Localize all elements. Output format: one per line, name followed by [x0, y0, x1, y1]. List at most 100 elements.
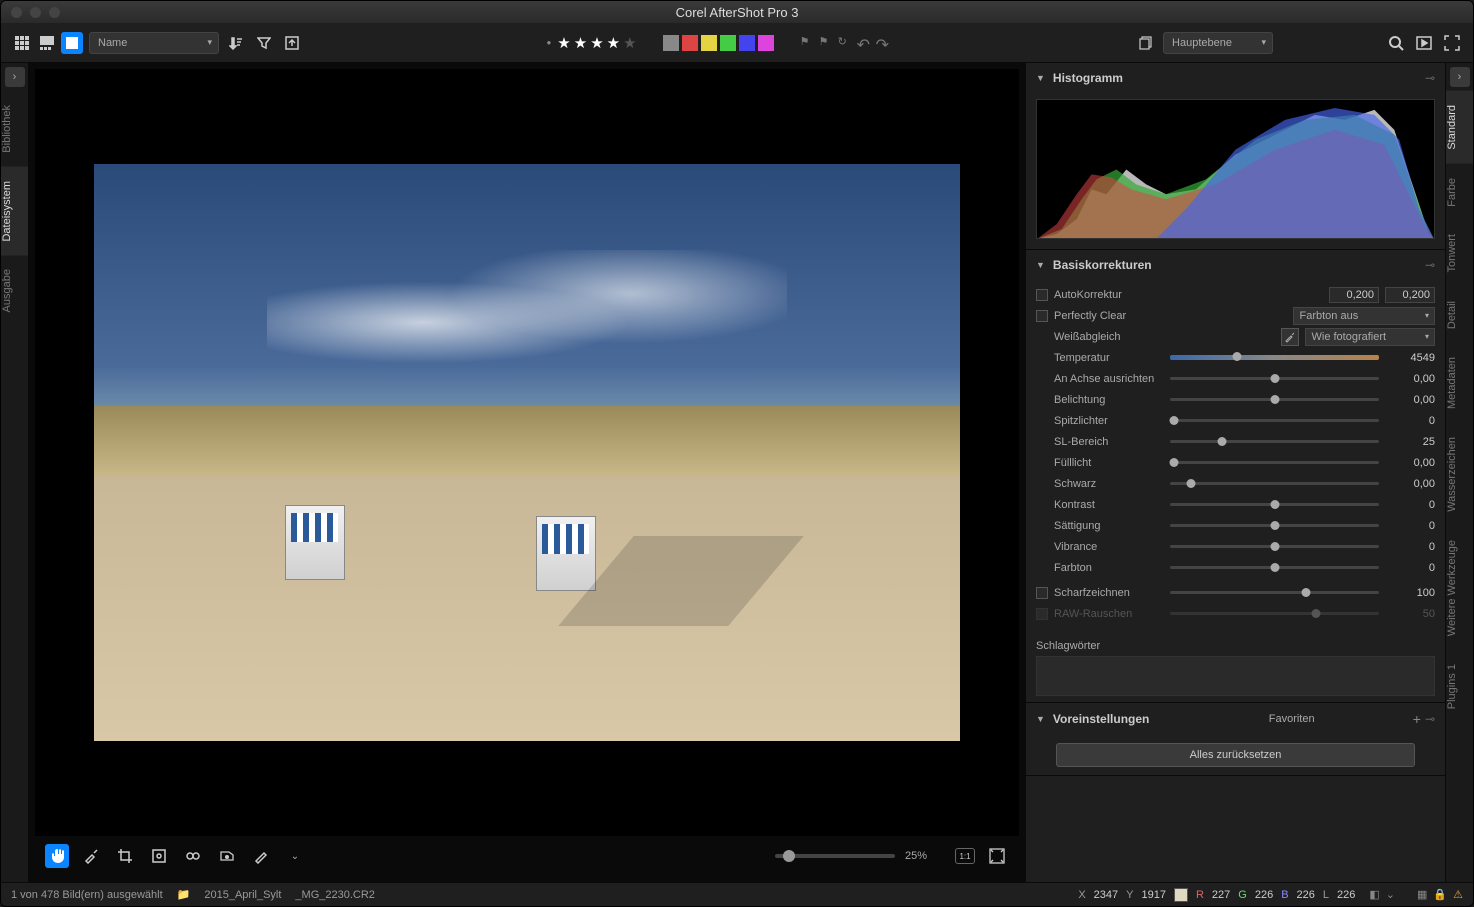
- reset-all-button[interactable]: Alles zurücksetzen: [1056, 743, 1415, 767]
- wb-picker-icon[interactable]: [1281, 328, 1299, 346]
- collapse-icon: ▼: [1036, 714, 1045, 724]
- raw-noise-checkbox[interactable]: [1036, 608, 1048, 620]
- filmstrip-view-button[interactable]: [36, 32, 58, 54]
- slider-track[interactable]: [1170, 482, 1379, 485]
- auto-correct-checkbox[interactable]: [1036, 289, 1048, 301]
- tab-color[interactable]: Farbe: [1446, 164, 1473, 221]
- pin-icon[interactable]: ⊸: [1425, 258, 1435, 272]
- sort-dropdown[interactable]: Name: [89, 32, 219, 54]
- star-3[interactable]: ★: [590, 34, 603, 52]
- crop-tool-button[interactable]: [113, 844, 137, 868]
- layers-icon[interactable]: [1135, 32, 1157, 54]
- star-1[interactable]: ★: [557, 34, 570, 52]
- brush-tool-button[interactable]: [249, 844, 273, 868]
- status-warning-icon[interactable]: ⚠: [1453, 888, 1463, 901]
- star-5[interactable]: ★: [623, 34, 636, 52]
- straighten-tool-button[interactable]: [147, 844, 171, 868]
- tab-library[interactable]: Bibliothek: [1, 91, 28, 167]
- status-dropdown-icon[interactable]: ⌄: [1386, 888, 1395, 901]
- slider-track[interactable]: [1170, 524, 1379, 527]
- slider-value: 0: [1385, 562, 1435, 574]
- flag-reject-icon[interactable]: ⚑: [819, 35, 835, 51]
- star-4[interactable]: ★: [607, 34, 620, 52]
- sort-direction-button[interactable]: [225, 32, 247, 54]
- fullscreen-icon[interactable]: [1441, 32, 1463, 54]
- color-labels: [663, 35, 774, 51]
- slider-track[interactable]: [1170, 377, 1379, 380]
- tab-plugins[interactable]: Plugins 1: [1446, 650, 1473, 723]
- expand-left-button[interactable]: ›: [5, 67, 25, 87]
- perfectly-clear-dropdown[interactable]: Farbton aus: [1293, 307, 1436, 325]
- tab-filesystem[interactable]: Dateisystem: [1, 167, 28, 256]
- keywords-label: Schlagwörter: [1036, 640, 1435, 652]
- maximize-window-icon[interactable]: [49, 7, 60, 18]
- close-window-icon[interactable]: [11, 7, 22, 18]
- single-view-button[interactable]: [61, 32, 83, 54]
- histogram-header[interactable]: ▼ Histogramm ⊸: [1026, 63, 1445, 93]
- slider-label: Belichtung: [1054, 394, 1164, 406]
- color-label-green[interactable]: [720, 35, 736, 51]
- auto-correct-label: AutoKorrektur: [1054, 289, 1164, 301]
- heal-tool-button[interactable]: [181, 844, 205, 868]
- redo-icon[interactable]: ↷: [876, 35, 892, 51]
- tab-detail[interactable]: Detail: [1446, 287, 1473, 343]
- redeye-tool-button[interactable]: [215, 844, 239, 868]
- expand-right-button[interactable]: ›: [1450, 67, 1470, 87]
- color-label-yellow[interactable]: [701, 35, 717, 51]
- status-grid-icon[interactable]: ▦: [1417, 888, 1427, 901]
- search-icon[interactable]: [1385, 32, 1407, 54]
- slideshow-icon[interactable]: [1413, 32, 1435, 54]
- pan-tool-button[interactable]: [45, 844, 69, 868]
- grid-view-button[interactable]: [11, 32, 33, 54]
- tab-standard[interactable]: Standard: [1446, 91, 1473, 164]
- tab-metadata[interactable]: Metadaten: [1446, 343, 1473, 423]
- auto-v2[interactable]: 0,200: [1385, 287, 1435, 303]
- minimize-window-icon[interactable]: [30, 7, 41, 18]
- slider-track[interactable]: [1170, 419, 1379, 422]
- star-rating[interactable]: ★ ★ ★ ★ ★: [557, 34, 636, 52]
- slider-track[interactable]: [1170, 398, 1379, 401]
- presets-header[interactable]: ▼ Voreinstellungen Favoriten + ⊸: [1026, 703, 1445, 735]
- sharpen-checkbox[interactable]: [1036, 587, 1048, 599]
- zoom-slider[interactable]: [775, 854, 895, 858]
- rotate-icon[interactable]: ↻: [838, 35, 854, 51]
- slider-track[interactable]: [1170, 545, 1379, 548]
- zoom-fit-button[interactable]: [985, 844, 1009, 868]
- tab-tone[interactable]: Tonwert: [1446, 220, 1473, 287]
- sharpen-slider[interactable]: [1170, 591, 1379, 594]
- slider-track[interactable]: [1170, 440, 1379, 443]
- pin-icon[interactable]: ⊸: [1425, 71, 1435, 85]
- status-palette-icon[interactable]: ◧: [1369, 888, 1379, 901]
- status-lock-icon[interactable]: 🔒: [1433, 888, 1447, 901]
- color-label-blue[interactable]: [739, 35, 755, 51]
- layer-dropdown[interactable]: Hauptebene: [1163, 32, 1273, 54]
- more-tools-button[interactable]: ⌄: [283, 844, 307, 868]
- keywords-input[interactable]: [1036, 656, 1435, 696]
- add-preset-button[interactable]: +: [1413, 711, 1421, 727]
- image-canvas[interactable]: [35, 69, 1019, 836]
- tab-more-tools[interactable]: Weitere Werkzeuge: [1446, 526, 1473, 650]
- filter-button[interactable]: [253, 32, 275, 54]
- color-label-red[interactable]: [682, 35, 698, 51]
- basic-corrections-header[interactable]: ▼ Basiskorrekturen ⊸: [1026, 250, 1445, 280]
- slider-track[interactable]: [1170, 355, 1379, 360]
- star-2[interactable]: ★: [574, 34, 587, 52]
- undo-icon[interactable]: ↶: [857, 35, 873, 51]
- pin-icon[interactable]: ⊸: [1425, 712, 1435, 726]
- slider-track[interactable]: [1170, 503, 1379, 506]
- slider-track[interactable]: [1170, 461, 1379, 464]
- tab-output[interactable]: Ausgabe: [1, 255, 28, 326]
- wb-dropdown[interactable]: Wie fotografiert: [1305, 328, 1436, 346]
- presets-dropdown[interactable]: Favoriten: [1269, 713, 1409, 725]
- perfectly-clear-checkbox[interactable]: [1036, 310, 1048, 322]
- eyedropper-tool-button[interactable]: [79, 844, 103, 868]
- color-label-grey[interactable]: [663, 35, 679, 51]
- flag-pick-icon[interactable]: ⚑: [800, 35, 816, 51]
- slider-track[interactable]: [1170, 566, 1379, 569]
- import-button[interactable]: [281, 32, 303, 54]
- zoom-100-button[interactable]: 1:1: [955, 848, 975, 864]
- color-label-magenta[interactable]: [758, 35, 774, 51]
- window-controls: [11, 7, 60, 18]
- auto-v1[interactable]: 0,200: [1329, 287, 1379, 303]
- tab-watermark[interactable]: Wasserzeichen: [1446, 423, 1473, 526]
